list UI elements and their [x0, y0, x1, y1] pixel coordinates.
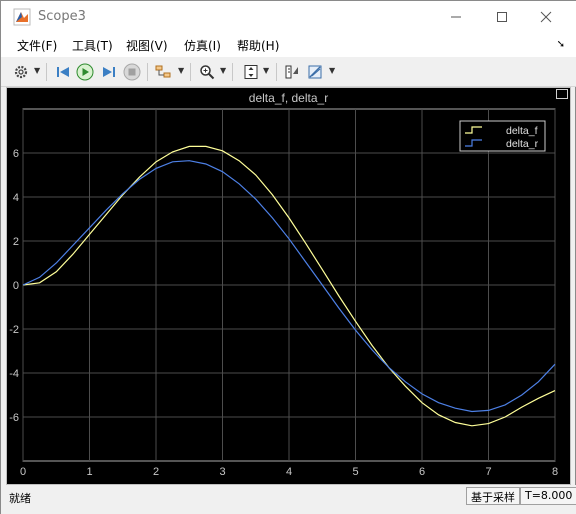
scope-display[interactable]: delta_f, delta_r 0 1 2 3 4 5 6 7 8 -6 -4 -2 0 2 4 6 delt… [6, 87, 571, 485]
legend-label: delta_f [506, 125, 538, 137]
x-tick-label: 7 [485, 466, 491, 478]
scope-window: Scope3 文件(F) 工具(T) 视图(V) 仿真(I) 帮助(H) ➘ ▼ [0, 0, 576, 514]
menu-bar: 文件(F) 工具(T) 视图(V) 仿真(I) 帮助(H) ➘ [1, 33, 576, 57]
zoom-icon [200, 65, 215, 80]
step-back-button[interactable] [53, 62, 73, 82]
y-tick-label: -4 [9, 368, 19, 380]
stop-icon [123, 63, 141, 81]
y-tick-label: 4 [13, 192, 19, 204]
legend-label: delta_r [506, 138, 539, 150]
menu-simulation[interactable]: 仿真(I) [184, 37, 221, 54]
maximize-icon [497, 12, 507, 22]
signal-stats-icon [308, 65, 322, 79]
x-tick-label: 6 [419, 466, 425, 478]
x-tick-label: 5 [352, 466, 358, 478]
step-forward-icon [103, 67, 115, 77]
x-tick-label: 2 [153, 466, 159, 478]
run-button[interactable] [75, 62, 95, 82]
title-bar[interactable]: Scope3 [1, 1, 576, 33]
matlab-icon [13, 8, 31, 26]
x-tick-label: 3 [219, 466, 225, 478]
toolbar: ▼ ▼ ▼ ▼ ▼ [1, 57, 576, 87]
step-forward-button[interactable] [99, 62, 119, 82]
toolbar-separator [276, 63, 277, 81]
status-time: T=8.000 [520, 487, 576, 505]
signal-stats-button[interactable] [306, 62, 326, 82]
minimize-button[interactable] [433, 1, 479, 33]
maximize-button[interactable] [479, 1, 525, 33]
menu-file[interactable]: 文件(F) [17, 37, 57, 54]
x-tick-label: 1 [86, 466, 92, 478]
status-ready: 就绪 [9, 492, 31, 505]
status-sample-mode: 基于采样 [466, 487, 520, 505]
signal-stats-dropdown-icon[interactable]: ▼ [329, 66, 337, 76]
menu-view[interactable]: 视图(V) [126, 37, 168, 54]
x-tick-label: 0 [20, 466, 26, 478]
close-icon [540, 11, 552, 23]
toolbar-separator [232, 63, 233, 81]
stop-button[interactable] [122, 62, 142, 82]
zoom-dropdown-icon[interactable]: ▼ [220, 66, 228, 76]
scope-chart[interactable]: 0 1 2 3 4 5 6 7 8 -6 -4 -2 0 2 4 6 delta_fdelta_r [7, 88, 570, 484]
settings-dropdown-icon[interactable]: ▼ [34, 66, 42, 76]
highlight-block-icon [155, 65, 171, 78]
toolbar-separator [190, 63, 191, 81]
cursor-measure-icon [285, 65, 298, 79]
plot-frame: delta_f, delta_r 0 1 2 3 4 5 6 7 8 -6 -4 -2 0 2 4 6 delt… [7, 88, 570, 484]
scale-axes-button[interactable] [241, 62, 261, 82]
window-title: Scope3 [38, 9, 86, 24]
step-back-icon [57, 67, 69, 77]
highlight-block-button[interactable] [154, 62, 174, 82]
y-tick-label: -2 [9, 324, 19, 336]
cursor-measure-button[interactable] [282, 62, 302, 82]
menu-expand-icon[interactable]: ➘ [557, 39, 565, 50]
toolbar-separator [147, 63, 148, 81]
x-tick-label: 4 [286, 466, 292, 478]
scale-dropdown-icon[interactable]: ▼ [263, 66, 271, 76]
y-tick-label: -6 [9, 412, 19, 424]
close-button[interactable] [523, 1, 569, 33]
run-icon [76, 63, 94, 81]
settings-button[interactable] [11, 62, 31, 82]
toolbar-separator [46, 63, 47, 81]
x-tick-label: 8 [552, 466, 558, 478]
y-tick-label: 6 [13, 148, 19, 160]
scale-axes-icon [244, 65, 258, 79]
gear-icon [14, 65, 28, 79]
zoom-button[interactable] [197, 62, 217, 82]
menu-tools[interactable]: 工具(T) [72, 37, 113, 54]
minimize-icon [451, 16, 461, 18]
status-bar: 就绪 基于采样 T=8.000 [1, 485, 576, 514]
y-tick-label: 0 [13, 280, 19, 292]
menu-help[interactable]: 帮助(H) [237, 37, 279, 54]
y-tick-label: 2 [13, 236, 19, 248]
highlight-dropdown-icon[interactable]: ▼ [178, 66, 186, 76]
